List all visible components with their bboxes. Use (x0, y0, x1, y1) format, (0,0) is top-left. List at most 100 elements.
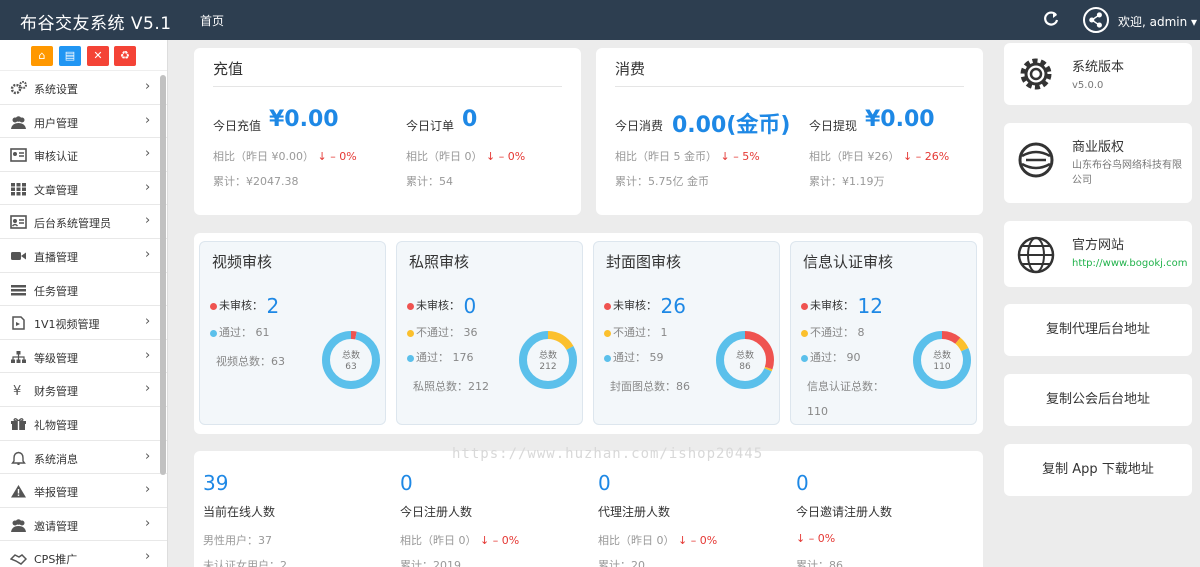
stat-label: 今日邀请注册人数 (796, 505, 893, 519)
total-row: 私照总数：212 (413, 380, 489, 393)
sidebar-item-label: 财务管理 (34, 385, 78, 399)
today-consume-value: 0.00(金币) (672, 113, 791, 138)
top-bar: 布谷交友系统 V5.1 首页 欢迎, admin ▾ (0, 0, 1200, 40)
review-donut: 总数63 (322, 331, 380, 389)
stat-compare: ↓ – 0% (796, 532, 836, 545)
globe-icon (1017, 236, 1055, 274)
donut-total: 63 (345, 362, 356, 372)
stat-label: 当前在线人数 (203, 505, 276, 519)
sidebar-item-label: 文章管理 (34, 183, 78, 197)
user-stats-card: 39 当前在线人数 男性用户：37 未认证女用户：2 0 今日注册人数 相比（昨日 0） … (194, 451, 983, 567)
rejected-row: 不通过： 1 (604, 324, 668, 340)
avatar-share-icon[interactable] (1083, 7, 1109, 33)
sidebar-item[interactable]: 举报管理 › (0, 474, 167, 508)
sidebar-item[interactable]: 1V1视频管理 › (0, 306, 167, 340)
home-icon[interactable]: ⌂ (31, 46, 53, 66)
sidebar-item-label: 审核认证 (34, 150, 78, 164)
refresh-icon[interactable] (1043, 10, 1059, 28)
sidebar-item[interactable]: 直播管理 › (0, 239, 167, 273)
rejected-dot (604, 329, 611, 337)
copy-app-url-button[interactable]: 复制 App 下载地址 (1004, 444, 1192, 496)
pending-dot (604, 302, 611, 310)
review-card[interactable]: 视频审核 未审核： 2 通过： 61 视频总数：63 总数 63 (199, 241, 386, 425)
sidebar-item[interactable]: 等级管理 › (0, 340, 167, 374)
sidebar-item-label: 系统消息 (34, 452, 78, 466)
today-withdraw-label: 今日提现 (809, 119, 858, 133)
version-title: 系统版本 (1072, 60, 1125, 75)
invite-users-icon (11, 518, 26, 532)
version-value: v5.0.0 (1072, 80, 1104, 91)
pending-dot (407, 302, 414, 310)
trash-icon[interactable]: ✕ (87, 46, 109, 66)
copyright-card: 商业版权 山东布谷鸟网络科技有限公司 (1004, 123, 1192, 203)
consume-card: 消费 今日消费 0.00(金币) 相比（昨日 5 金币） ↓ – 5% 累计：5… (596, 48, 983, 215)
warning-icon (11, 485, 26, 498)
review-card[interactable]: 私照审核 未审核： 0 不通过： 36 通过： 176 私照总数：212 总数 212 (396, 241, 583, 425)
stat-value: 0 (796, 471, 809, 495)
stat-total: 累计：86 (796, 559, 843, 567)
donut-label: 总数 (933, 349, 951, 361)
sidebar-item[interactable]: 任务管理 (0, 273, 167, 307)
recycle-icon[interactable]: ♻ (114, 46, 136, 66)
sidebar-item-label: 礼物管理 (34, 418, 78, 432)
review-title: 视频审核 (212, 253, 273, 271)
file-icon[interactable]: ▤ (59, 46, 81, 66)
total-row: 封面图总数：86 (610, 380, 690, 393)
stat-value: 0 (598, 471, 611, 495)
chevron-right-icon: › (145, 112, 151, 128)
total-row: 视频总数：63 (216, 355, 285, 368)
pending-row: 未审核： 0 (407, 294, 476, 318)
sidebar-item-label: 任务管理 (34, 284, 78, 298)
video-file-icon (12, 316, 25, 330)
sidebar-item-label: 等级管理 (34, 351, 78, 365)
divider (213, 86, 562, 87)
sidebar-item[interactable]: 系统消息 › (0, 441, 167, 475)
passed-row: 通过： 59 (604, 349, 664, 365)
sidebar-scrollbar[interactable] (160, 75, 166, 475)
review-title: 私照审核 (409, 253, 470, 271)
copy-agent-url-button[interactable]: 复制代理后台地址 (1004, 304, 1192, 356)
review-card[interactable]: 信息认证审核 未审核： 12 不通过： 8 通过： 90 信息认证总数：110 总数 110 (790, 241, 977, 425)
review-panel: 视频审核 未审核： 2 通过： 61 视频总数：63 总数 63 私照审核 未审核： 0 不通过… (194, 233, 983, 434)
copy-guild-url-button[interactable]: 复制公会后台地址 (1004, 374, 1192, 426)
passed-dot (801, 354, 808, 362)
admin-card-icon (10, 215, 27, 230)
recharge-total: 累计：¥2047.38 (213, 175, 299, 188)
rejected-dot (407, 329, 414, 337)
review-card[interactable]: 封面图审核 未审核： 26 不通过： 1 通过： 59 封面图总数：86 总数 86 (593, 241, 780, 425)
sidebar-item[interactable]: 审核认证 › (0, 138, 167, 172)
chevron-right-icon: › (145, 246, 151, 262)
sidebar-item[interactable]: ¥ 财务管理 › (0, 373, 167, 407)
sidebar-item[interactable]: 邀请管理 › (0, 508, 167, 542)
sidebar-item[interactable]: 用户管理 › (0, 105, 167, 139)
stat-compare: 相比（昨日 0） ↓ – 0% (400, 534, 520, 547)
sidebar-item[interactable]: 系统设置 › (0, 71, 167, 105)
donut-label: 总数 (342, 349, 360, 361)
rejected-row: 不通过： 8 (801, 324, 865, 340)
chevron-right-icon: › (145, 549, 151, 565)
sidebar-item[interactable]: 后台系统管理员 › (0, 205, 167, 239)
review-title: 封面图审核 (606, 253, 682, 271)
today-order-value: 0 (462, 107, 478, 132)
sidebar-item-label: 后台系统管理员 (34, 217, 111, 231)
user-menu[interactable]: 欢迎, admin ▾ (1118, 13, 1197, 30)
review-donut: 总数212 (519, 331, 577, 389)
stat-value: 39 (203, 471, 229, 495)
sidebar-toolbar: ⌂ ▤ ✕ ♻ (0, 40, 167, 71)
withdraw-compare: 相比（昨日 ¥26） ↓ – 26% (809, 150, 950, 163)
recharge-compare: 相比（昨日 ¥0.00） ↓ – 0% (213, 150, 357, 163)
copyright-value: 山东布谷鸟网络科技有限公司 (1072, 160, 1182, 186)
bell-icon (11, 451, 26, 465)
passed-dot (407, 354, 414, 362)
review-donut: 总数110 (913, 331, 971, 389)
sidebar-item[interactable]: 礼物管理 (0, 407, 167, 441)
sidebar-item-label: 用户管理 (34, 116, 78, 130)
website-link[interactable]: http://www.bogokj.com (1072, 256, 1190, 271)
chevron-right-icon: › (145, 146, 151, 162)
rejected-dot (801, 329, 808, 337)
nav-home-link[interactable]: 首页 (200, 12, 224, 29)
sidebar-item[interactable]: 文章管理 › (0, 172, 167, 206)
sidebar-item[interactable]: CPS推广 › (0, 541, 167, 567)
withdraw-total: 累计：¥1.19万 (809, 175, 885, 188)
stat-compare: 男性用户：37 (203, 534, 272, 547)
